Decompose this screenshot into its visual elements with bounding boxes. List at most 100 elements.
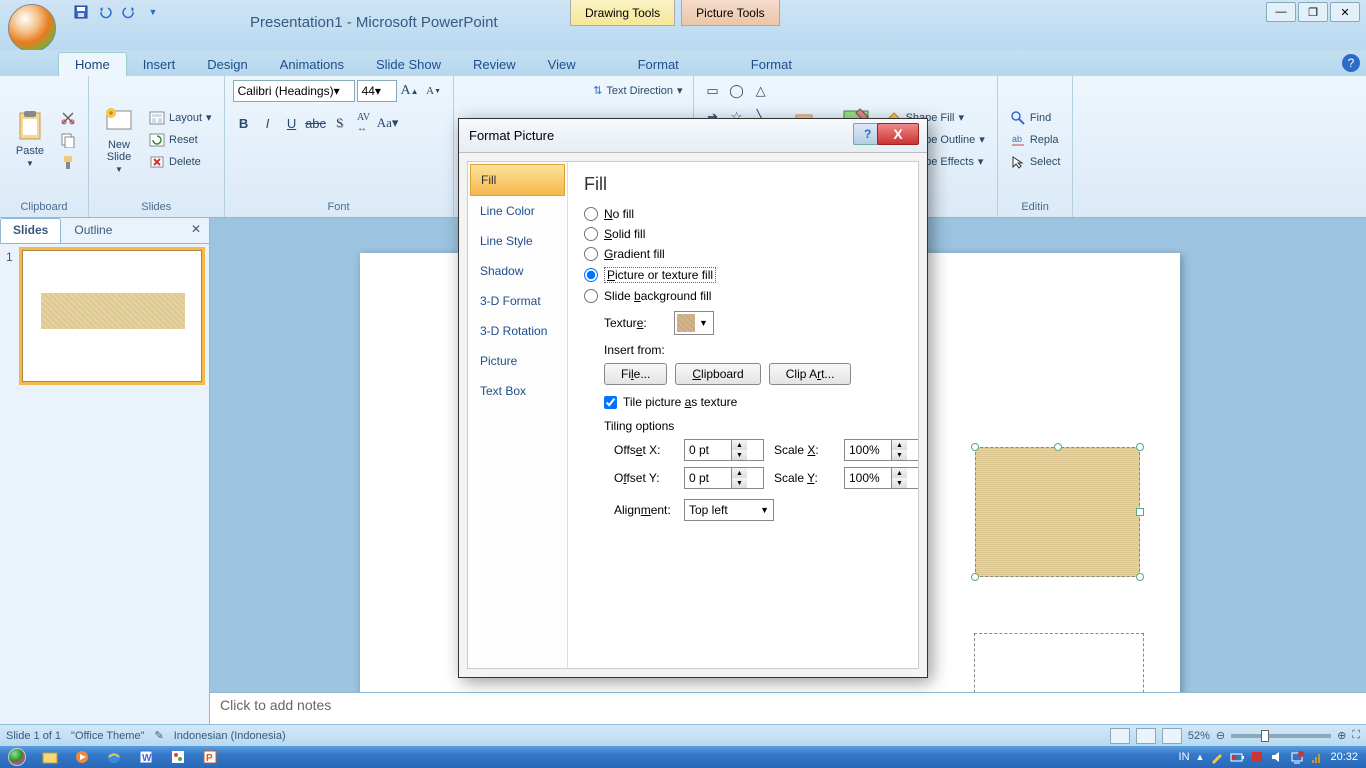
radio-no-fill[interactable]: No fill (584, 207, 902, 221)
change-case-button[interactable]: Aa▾ (377, 112, 399, 134)
alignment-combo[interactable]: Top left▼ (684, 499, 774, 521)
office-button[interactable] (8, 4, 56, 52)
select-button[interactable]: Select (1006, 152, 1065, 172)
tray-volume-icon[interactable] (1270, 750, 1284, 764)
category-text-box[interactable]: Text Box (470, 376, 565, 406)
fit-to-window-button[interactable]: ⛶ (1352, 729, 1360, 742)
selected-shape[interactable] (975, 447, 1140, 577)
underline-button[interactable]: U (281, 112, 303, 134)
slide-thumbnail[interactable]: 1 (6, 250, 203, 382)
layout-button[interactable]: Layout ▾ (145, 108, 216, 128)
undo-icon[interactable] (94, 1, 116, 23)
reset-button[interactable]: Reset (145, 130, 216, 150)
texture-picker[interactable]: ▼ (674, 311, 714, 335)
char-spacing-button[interactable]: AV↔ (353, 112, 375, 134)
category-fill[interactable]: Fill (470, 164, 565, 196)
shape-rect-icon[interactable]: ▭ (702, 80, 724, 102)
tab-drawing-format[interactable]: Format (622, 53, 695, 76)
taskbar-media-icon[interactable] (67, 747, 97, 767)
tab-animations[interactable]: Animations (264, 53, 360, 76)
bold-button[interactable]: B (233, 112, 255, 134)
save-icon[interactable] (70, 1, 92, 23)
tray-pen-icon[interactable] (1210, 750, 1224, 764)
shape-triangle-icon[interactable]: △ (750, 80, 772, 102)
italic-button[interactable]: I (257, 112, 279, 134)
resize-handle-n[interactable] (1054, 443, 1062, 451)
sorter-view-button[interactable] (1136, 728, 1156, 744)
tab-home[interactable]: Home (58, 52, 127, 76)
spinner-up-icon[interactable]: ▲ (732, 440, 747, 450)
tab-review[interactable]: Review (457, 53, 532, 76)
restore-button[interactable]: ❐ (1298, 2, 1328, 22)
font-family-combo[interactable]: Calibri (Headings) ▾ (233, 80, 355, 102)
resize-handle-ne[interactable] (1136, 443, 1144, 451)
tray-signal-icon[interactable] (1310, 750, 1324, 764)
zoom-thumb[interactable] (1261, 730, 1269, 742)
tray-antivirus-icon[interactable] (1250, 750, 1264, 764)
spinner-down-icon[interactable]: ▼ (732, 450, 747, 460)
grow-font-button[interactable]: A▲ (399, 80, 421, 102)
notes-pane[interactable]: Click to add notes (210, 692, 1366, 724)
tray-show-hidden-icon[interactable]: ▲ (1196, 752, 1205, 762)
normal-view-button[interactable] (1110, 728, 1130, 744)
offset-x-spinner[interactable]: ▲▼ (684, 439, 764, 461)
replace-button[interactable]: abRepla (1006, 130, 1065, 150)
zoom-slider[interactable] (1231, 734, 1331, 738)
pane-close-icon[interactable]: ✕ (183, 218, 209, 243)
tab-design[interactable]: Design (191, 53, 263, 76)
slideshow-view-button[interactable] (1162, 728, 1182, 744)
contextual-tab-drawing-tools[interactable]: Drawing Tools (570, 0, 675, 26)
tab-picture-format[interactable]: Format (735, 53, 808, 76)
category-3d-format[interactable]: 3-D Format (470, 286, 565, 316)
radio-gradient-fill[interactable]: Gradient fill (584, 247, 902, 261)
tab-insert[interactable]: Insert (127, 53, 192, 76)
shrink-font-button[interactable]: A▼ (423, 80, 445, 102)
resize-handle-nw[interactable] (971, 443, 979, 451)
zoom-in-button[interactable]: ⊕ (1337, 729, 1346, 742)
qat-customize-icon[interactable]: ▼ (142, 1, 164, 23)
paste-button[interactable]: Paste ▼ (8, 80, 52, 199)
resize-handle-se[interactable] (1136, 573, 1144, 581)
find-button[interactable]: Find (1006, 108, 1065, 128)
category-line-color[interactable]: Line Color (470, 196, 565, 226)
pane-tab-outline[interactable]: Outline (61, 218, 125, 243)
shape-oval-icon[interactable]: ◯ (726, 80, 748, 102)
zoom-percentage[interactable]: 52% (1188, 730, 1210, 742)
tab-view[interactable]: View (532, 53, 592, 76)
dialog-close-button[interactable]: X (877, 123, 919, 145)
taskbar-powerpoint-icon[interactable]: P (195, 747, 225, 767)
taskbar-explorer-icon[interactable] (35, 747, 65, 767)
dialog-titlebar[interactable]: Format Picture ? X (459, 119, 927, 153)
new-slide-button[interactable]: New Slide ▼ (97, 80, 141, 199)
font-size-combo[interactable]: 44 ▾ (357, 80, 397, 102)
offset-y-spinner[interactable]: ▲▼ (684, 467, 764, 489)
taskbar-ie-icon[interactable] (99, 747, 129, 767)
copy-button[interactable] (56, 130, 80, 150)
delete-button[interactable]: Delete (145, 152, 216, 172)
clipart-button[interactable]: Clip Art... (769, 363, 852, 385)
tray-network-icon[interactable] (1290, 750, 1304, 764)
format-painter-button[interactable] (56, 152, 80, 172)
radio-slide-background-fill[interactable]: Slide background fill (584, 289, 902, 303)
zoom-out-button[interactable]: ⊖ (1216, 729, 1225, 742)
category-3d-rotation[interactable]: 3-D Rotation (470, 316, 565, 346)
spellcheck-icon[interactable]: ✎ (154, 729, 163, 742)
text-direction-button[interactable]: ⇅ Text Direction ▾ (589, 82, 686, 99)
start-button[interactable] (0, 746, 34, 768)
category-picture[interactable]: Picture (470, 346, 565, 376)
category-line-style[interactable]: Line Style (470, 226, 565, 256)
taskbar-word-icon[interactable]: W (131, 747, 161, 767)
status-language[interactable]: Indonesian (Indonesia) (174, 730, 286, 742)
tray-clock[interactable]: 20:32 (1330, 751, 1358, 763)
contextual-tab-picture-tools[interactable]: Picture Tools (681, 0, 779, 26)
resize-handle-sw[interactable] (971, 573, 979, 581)
radio-solid-fill[interactable]: Solid fill (584, 227, 902, 241)
radio-picture-texture-fill[interactable]: Picture or texture fill (584, 267, 902, 283)
pane-tab-slides[interactable]: Slides (0, 218, 61, 243)
clipboard-button[interactable]: Clipboard (675, 363, 760, 385)
tray-battery-icon[interactable] (1230, 750, 1244, 764)
tray-language[interactable]: IN (1179, 751, 1190, 763)
tile-checkbox[interactable] (604, 396, 617, 409)
redo-icon[interactable] (118, 1, 140, 23)
close-button[interactable]: ✕ (1330, 2, 1360, 22)
